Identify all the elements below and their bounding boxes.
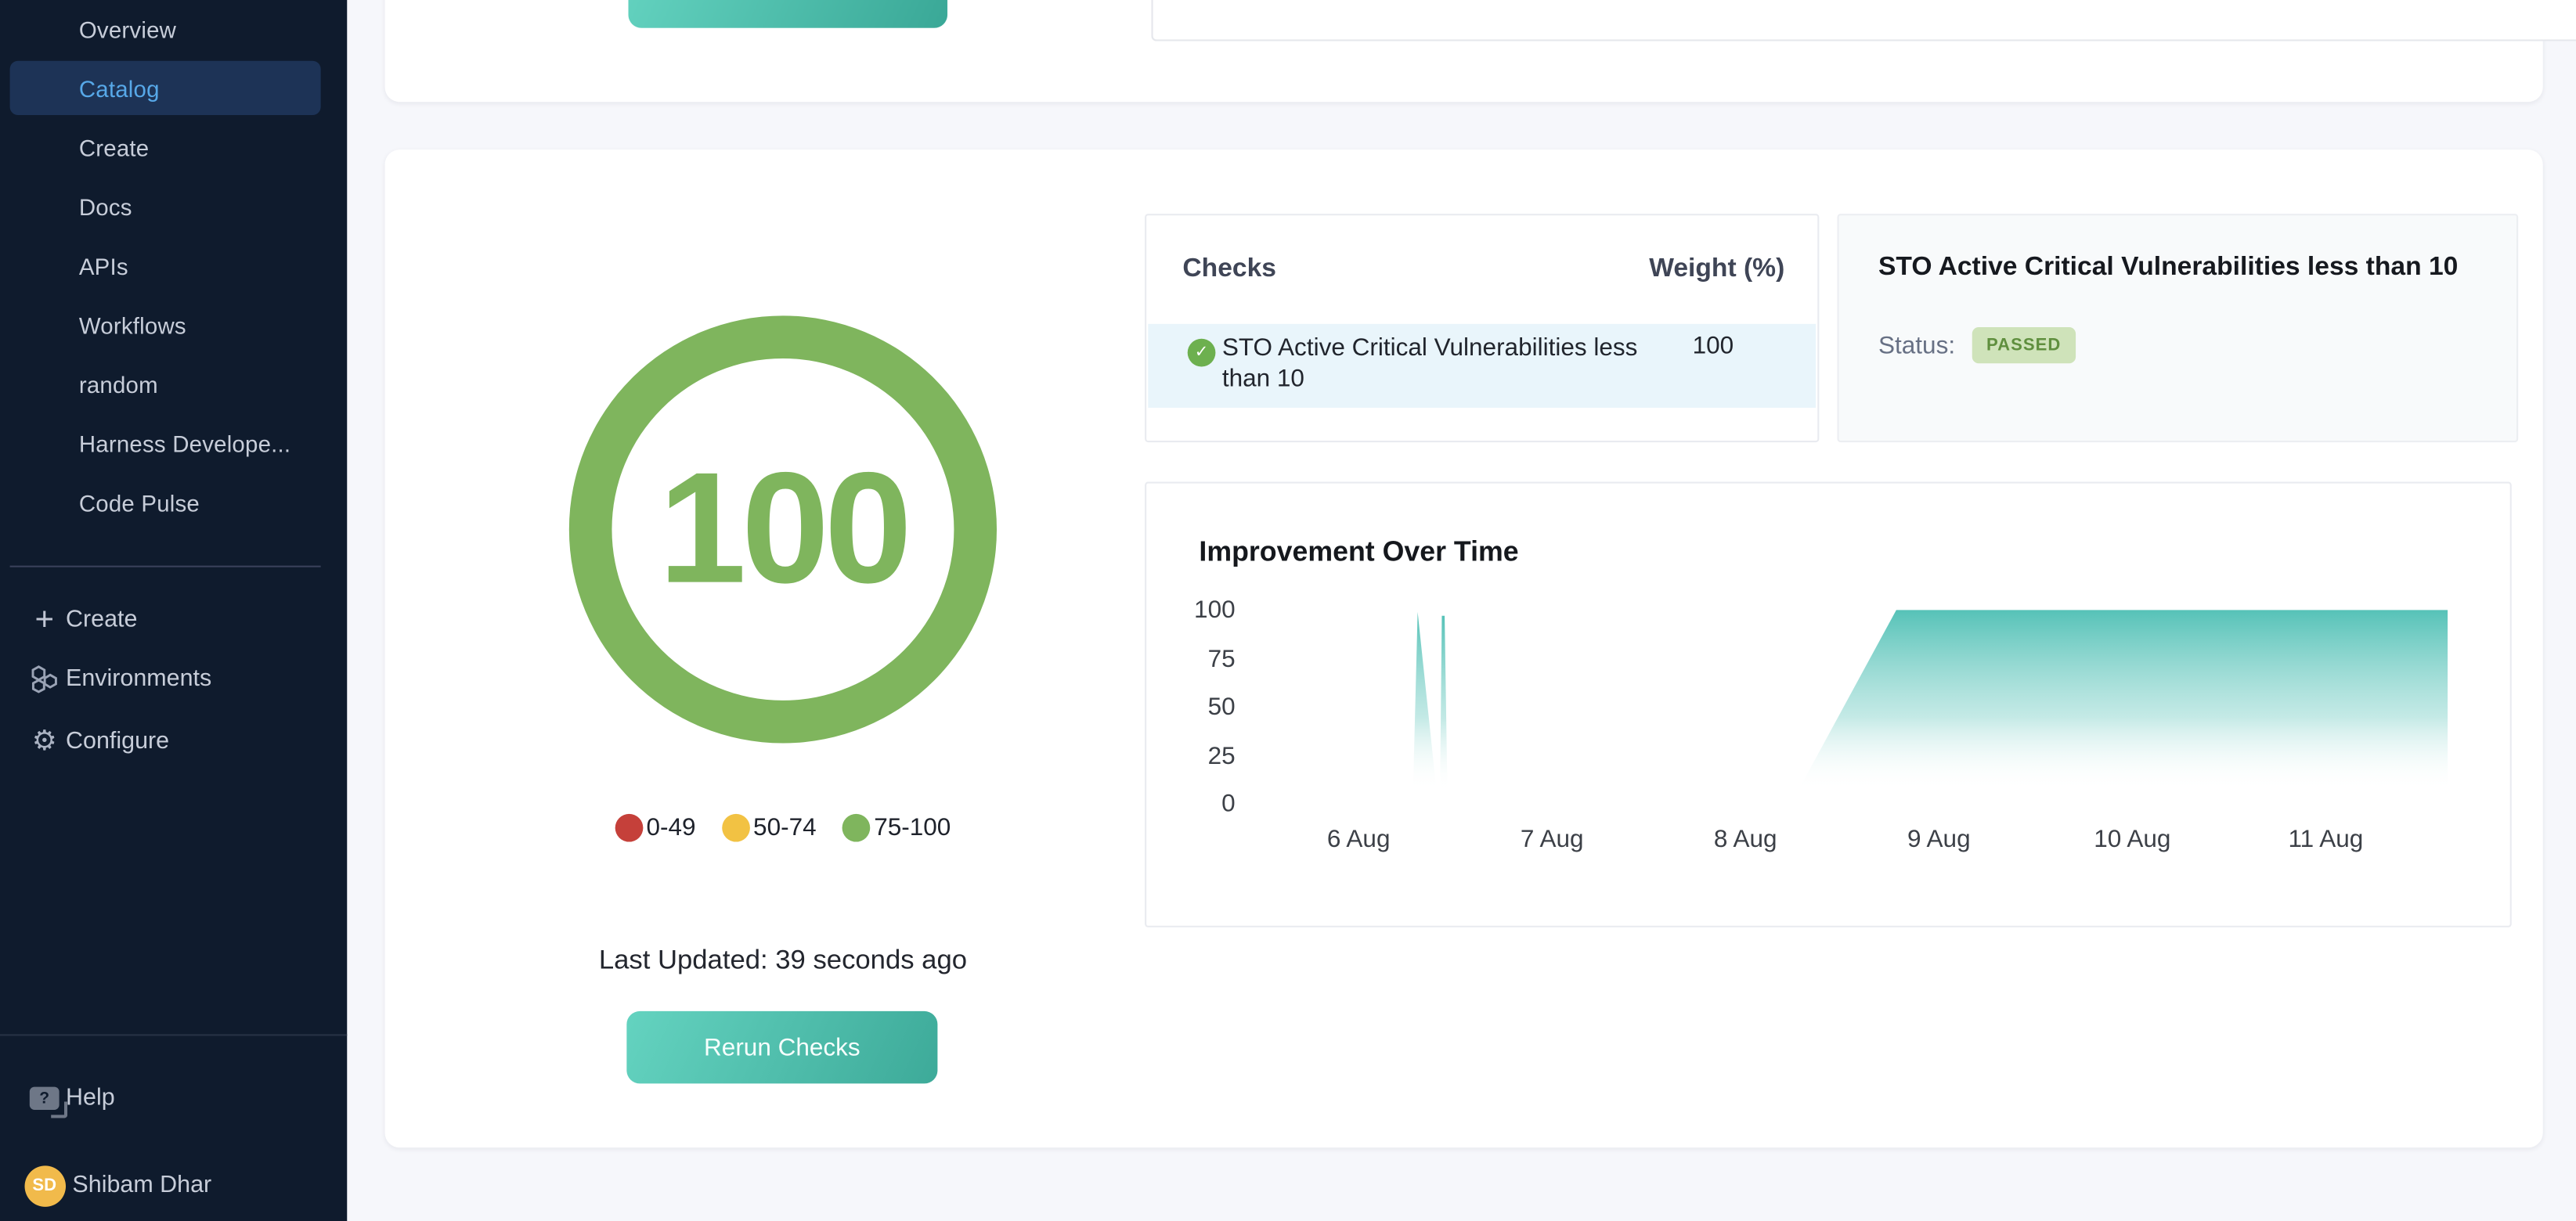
sidebar-item-code-pulse[interactable]: Code Pulse [0,474,347,533]
user-name: Shibam Dhar [72,1172,211,1199]
y-tick-label: 75 [1170,644,1236,672]
check-row[interactable]: ✓ STO Active Critical Vulnerabilities le… [1148,324,1816,408]
status-row: Status: PASSED [1878,327,2076,363]
rerun-checks-button[interactable]: Rerun Checks [626,1011,937,1083]
legend-item-low: 0-49 [615,813,696,841]
checks-column-header: Checks [1182,255,1276,285]
score-value: 100 [658,439,907,620]
app-root: Overview Catalog Create Docs APIs Workfl… [0,0,2576,1221]
previous-chart-panel-partial [1151,0,2576,41]
sidebar-item-workflows[interactable]: Workflows [0,296,347,355]
scorecard-card: STO Active Vulnerabilities 100 0-49 50-7… [385,149,2543,1147]
help-chat-icon [23,1087,66,1110]
sidebar-action-create[interactable]: + Create [0,590,347,650]
check-passed-icon: ✓ [1188,339,1216,367]
sidebar-item-random[interactable]: random [0,355,347,415]
legend-item-high: 75-100 [842,813,951,841]
check-status-title: STO Active Critical Vulnerabilities less… [1878,254,2490,283]
x-tick-label: 9 Aug [1873,826,2004,854]
sidebar-action-configure[interactable]: ⚙ Configure [0,712,347,772]
avatar: SD [23,1165,66,1206]
improvement-area-chart [1146,484,2509,926]
improvement-chart-panel: Improvement Over Time 0255075100 6 Aug7 … [1145,482,2512,927]
sidebar-bottom-divider [0,1034,347,1036]
score-legend: 0-49 50-74 75-100 [454,804,1112,850]
sidebar-item-create[interactable]: Create [0,118,347,178]
green-dot-icon [842,813,871,841]
check-name: STO Active Critical Vulnerabilities less… [1222,332,1675,394]
sidebar-item-apis[interactable]: APIs [0,237,347,297]
checks-panel: Checks Weight (%) ✓ STO Active Critical … [1145,214,1819,442]
score-gauge: 100 [569,315,997,743]
weight-column-header: Weight (%) [1649,255,1784,285]
last-updated-text: Last Updated: 39 seconds ago [454,945,1112,977]
red-dot-icon [615,813,644,841]
check-weight: 100 [1693,332,1734,360]
sidebar-action-environments[interactable]: Environments [0,650,347,709]
checks-header: Checks Weight (%) [1182,255,1784,285]
check-status-panel: STO Active Critical Vulnerabilities less… [1837,214,2518,442]
hexagons-icon [23,665,66,694]
x-tick-label: 6 Aug [1293,826,1424,854]
sidebar-item-overview[interactable]: Overview [0,0,347,59]
x-tick-label: 8 Aug [1679,826,1811,854]
y-tick-label: 50 [1170,693,1236,721]
x-tick-label: 10 Aug [2066,826,2198,854]
sidebar-item-catalog[interactable]: Catalog [0,59,347,119]
y-tick-label: 25 [1170,741,1236,769]
sidebar-divider [10,566,321,567]
y-tick-label: 0 [1170,790,1236,818]
y-tick-label: 100 [1170,596,1236,625]
plus-icon: + [23,605,66,635]
status-label: Status: [1878,331,1955,359]
legend-item-mid: 50-74 [722,813,817,841]
user-menu[interactable]: SD Shibam Dhar [0,1156,347,1216]
sidebar-item-harness-developer[interactable]: Harness Develope... [0,414,347,474]
x-tick-label: 7 Aug [1486,826,1618,854]
previous-scorecard-card [385,0,2543,102]
sidebar-item-docs[interactable]: Docs [0,178,347,237]
sidebar: Overview Catalog Create Docs APIs Workfl… [0,0,347,1221]
gear-icon: ⚙ [23,725,66,758]
rerun-checks-button-partial[interactable] [628,0,947,28]
status-badge: PASSED [1972,327,2076,363]
x-tick-label: 11 Aug [2260,826,2391,854]
yellow-dot-icon [722,813,750,841]
help-button[interactable]: Help [0,1068,347,1128]
